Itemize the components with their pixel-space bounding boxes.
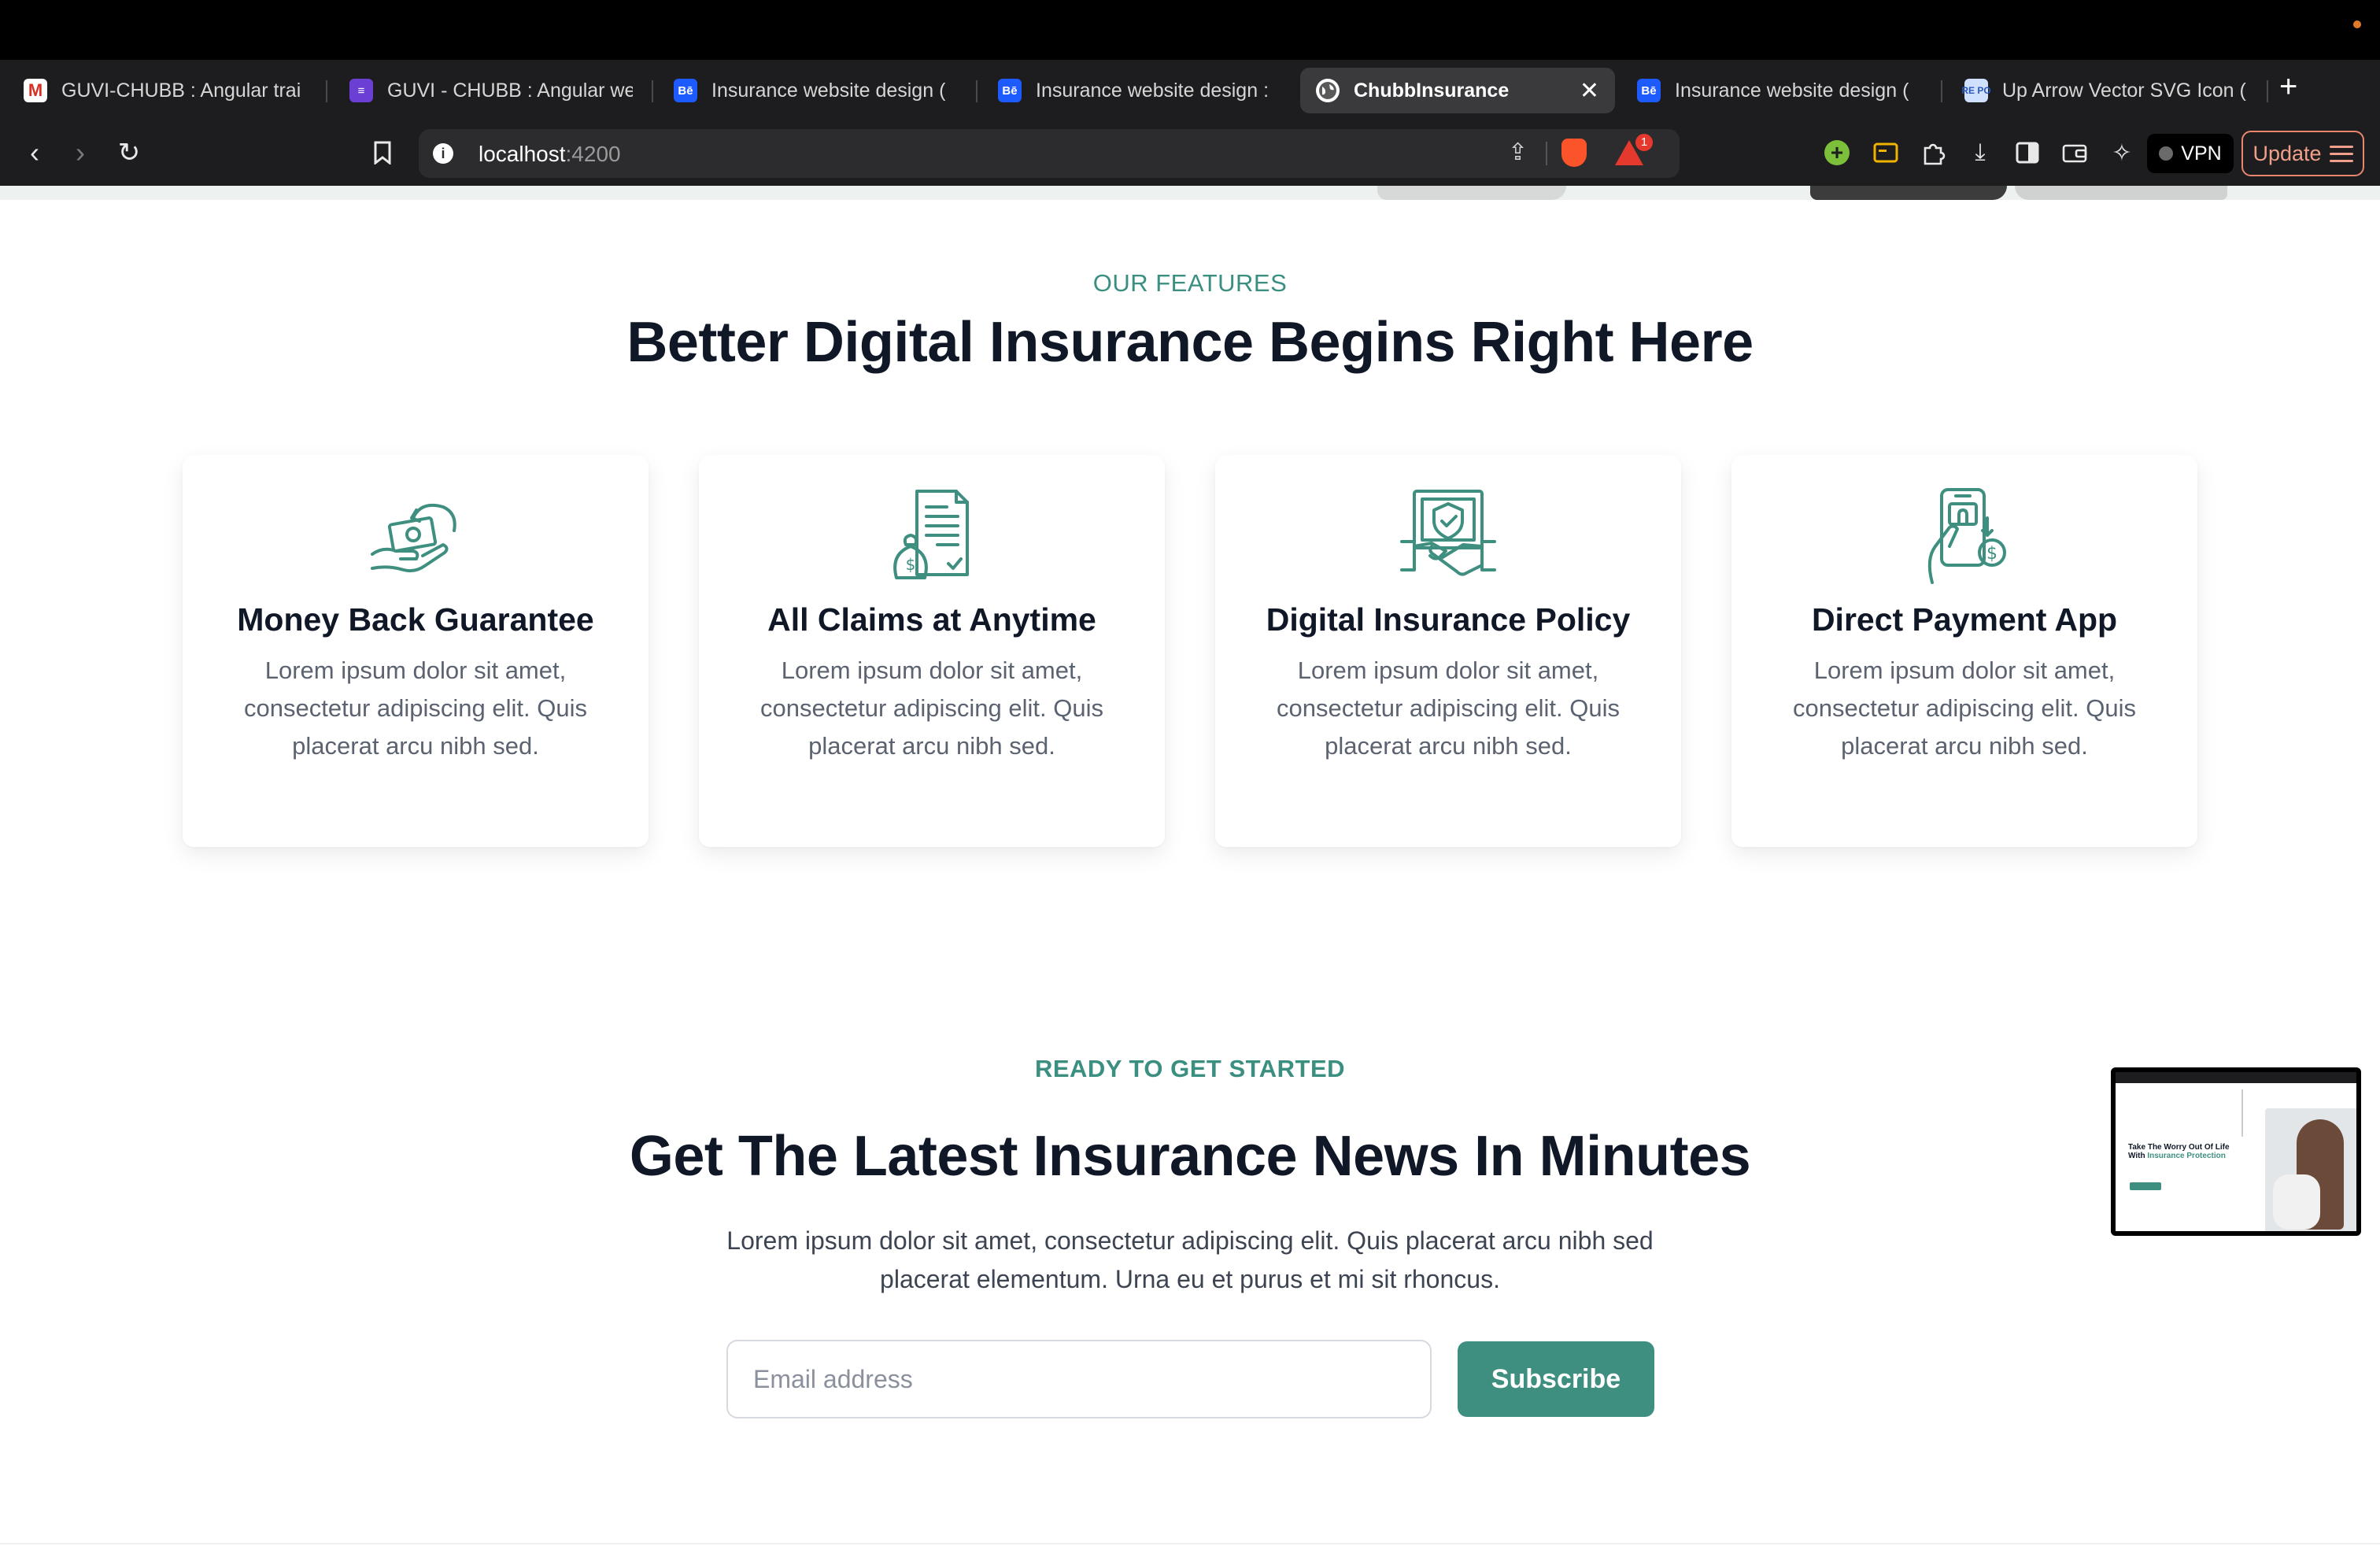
- feature-card: Money Back Guarantee Lorem ipsum dolor s…: [183, 455, 649, 847]
- card-title: All Claims at Anytime: [767, 601, 1096, 638]
- tab-behance-1[interactable]: Bē Insurance website design (: [658, 68, 973, 113]
- tab-forms[interactable]: ≡ GUVI - CHUBB : Angular we: [334, 68, 649, 113]
- extensions-puzzle-icon[interactable]: [1919, 139, 1947, 167]
- screen-preview-thumbnail[interactable]: Take The Worry Out Of Life With Insuranc…: [2111, 1067, 2361, 1236]
- behance-icon: Bē: [998, 79, 1022, 102]
- browser-toolbar: ‹ › ↻ i localhost:4200 ⇪ 1 + ⤓ ✧ VPN Upd…: [0, 120, 2380, 186]
- tab-title: Insurance website design :: [1036, 79, 1269, 102]
- brave-shields-icon[interactable]: [1561, 139, 1587, 167]
- features-eyebrow: OUR FEATURES: [1092, 269, 1288, 297]
- download-icon[interactable]: ⤓: [1966, 139, 1994, 167]
- extension-plus-icon[interactable]: +: [1824, 140, 1850, 165]
- tab-chubbinsurance[interactable]: ChubbInsurance ✕: [1300, 68, 1615, 113]
- subscribe-button[interactable]: Subscribe: [1458, 1341, 1654, 1417]
- money-back-icon: [371, 503, 456, 573]
- vpn-status-icon: [2159, 146, 2174, 161]
- tab-title: GUVI - CHUBB : Angular we: [387, 79, 633, 102]
- back-icon[interactable]: ‹: [17, 135, 52, 170]
- card-text: Lorem ipsum dolor sit amet, consectetur …: [760, 656, 1103, 760]
- hero-image-fragment: [1377, 186, 1566, 200]
- preview-cta-button: [2130, 1182, 2161, 1190]
- cast-icon[interactable]: [1872, 139, 1900, 167]
- tab-separator: [976, 80, 978, 102]
- card-text: Lorem ipsum dolor sit amet, consectetur …: [1277, 656, 1620, 760]
- update-label: Update: [2252, 141, 2322, 165]
- vpn-label: VPN: [2181, 142, 2222, 165]
- url-port: :4200: [565, 142, 621, 166]
- preview-dropdown: [2241, 1089, 2257, 1137]
- globe-icon: [1316, 79, 1340, 102]
- vpn-button[interactable]: VPN: [2147, 134, 2234, 173]
- gmail-icon: M: [24, 79, 47, 102]
- hero-image-fragment: [2015, 186, 2227, 200]
- wallet-icon[interactable]: [2060, 139, 2089, 167]
- tab-close-icon[interactable]: ✕: [1564, 77, 1599, 105]
- share-icon[interactable]: ⇪: [1508, 139, 1528, 166]
- url-text[interactable]: localhost:4200: [479, 142, 621, 167]
- tab-title: Up Arrow Vector SVG Icon (: [2002, 79, 2246, 102]
- tab-separator: [1941, 80, 1942, 102]
- claims-document-icon: $: [893, 490, 969, 579]
- card-title: Digital Insurance Policy: [1266, 601, 1631, 638]
- preview-hero-title: Take The Worry Out Of Life With Insuranc…: [2128, 1143, 2230, 1160]
- address-bar[interactable]: i localhost:4200 ⇪ 1: [419, 129, 1680, 178]
- preview-browser-bar: [2116, 1072, 2356, 1083]
- tab-separator: [326, 80, 327, 102]
- feature-card: $ Direct Payment App Lorem ipsum dolor s…: [1731, 455, 2197, 847]
- divider: [1546, 142, 1547, 165]
- reload-icon[interactable]: ↻: [112, 135, 146, 170]
- notification-dot: [2353, 20, 2361, 28]
- os-top-bar: [0, 0, 2380, 60]
- handshake-shield-icon: [1400, 490, 1496, 576]
- tab-svgrepo[interactable]: RE PO Up Arrow Vector SVG Icon (: [1949, 68, 2264, 113]
- newsletter-description: Lorem ipsum dolor sit amet, consectetur …: [726, 1226, 1654, 1293]
- svg-text:$: $: [906, 555, 916, 574]
- tab-gmail[interactable]: M GUVI-CHUBB : Angular trai: [8, 68, 323, 113]
- feature-card: $ All Claims at Anytime Lorem ipsum dolo…: [699, 455, 1165, 847]
- new-tab-plus-icon[interactable]: +: [2279, 69, 2297, 105]
- preview-dog: [2273, 1174, 2320, 1230]
- newsletter-eyebrow: READY TO GET STARTED: [1034, 1055, 1346, 1082]
- tab-title: Insurance website design (: [711, 79, 946, 102]
- tab-separator: [652, 80, 653, 102]
- tab-separator: [2267, 80, 2268, 102]
- card-title: Direct Payment App: [1811, 601, 2118, 638]
- update-button[interactable]: Update: [2241, 131, 2364, 176]
- tab-title: GUVI-CHUBB : Angular trai: [61, 79, 301, 102]
- url-host: localhost: [479, 142, 566, 166]
- email-input[interactable]: [726, 1340, 1432, 1418]
- forward-icon[interactable]: ›: [63, 135, 98, 170]
- svgrepo-icon: RE PO: [1961, 79, 1991, 102]
- behance-icon: Bē: [674, 79, 697, 102]
- tab-strip: M GUVI-CHUBB : Angular trai ≡ GUVI - CHU…: [0, 60, 2380, 120]
- bookmark-icon[interactable]: [365, 135, 400, 170]
- sidebar-icon[interactable]: [2013, 139, 2042, 167]
- card-title: Money Back Guarantee: [237, 601, 594, 638]
- card-text: Lorem ipsum dolor sit amet, consectetur …: [244, 656, 587, 760]
- leo-ai-icon[interactable]: ✧: [2108, 139, 2136, 167]
- menu-icon: [2329, 145, 2353, 162]
- features-title: Better Digital Insurance Begins Right He…: [626, 311, 1754, 374]
- preview-title-accent: Insurance Protection: [2147, 1152, 2226, 1160]
- tab-title: Insurance website design (: [1675, 79, 1909, 102]
- web-page: OUR FEATURES Better Digital Insurance Be…: [0, 186, 2380, 1546]
- card-text: Lorem ipsum dolor sit amet, consectetur …: [1793, 656, 2136, 760]
- rewards-badge: 1: [1634, 132, 1654, 153]
- phone-payment-icon: $: [1927, 488, 2006, 584]
- svg-text:$: $: [1986, 544, 1998, 564]
- behance-icon: Bē: [1637, 79, 1661, 102]
- feature-card: Digital Insurance Policy Lorem ipsum dol…: [1215, 455, 1681, 847]
- section-divider: [0, 1543, 2380, 1544]
- tab-behance-2[interactable]: Bē Insurance website design :: [982, 68, 1297, 113]
- forms-icon: ≡: [349, 79, 373, 102]
- tab-behance-3[interactable]: Bē Insurance website design (: [1621, 68, 1936, 113]
- newsletter-title: Get The Latest Insurance News In Minutes: [629, 1125, 1751, 1188]
- site-info-icon[interactable]: i: [433, 143, 453, 164]
- tab-title: ChubbInsurance: [1354, 79, 1510, 102]
- hero-image-fragment: [1810, 186, 2007, 200]
